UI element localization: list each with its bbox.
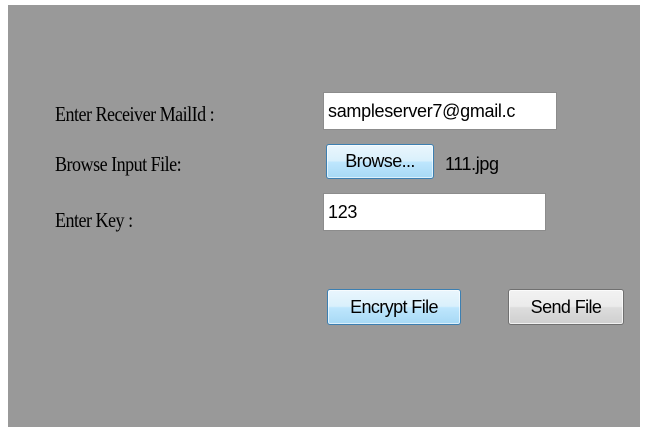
input-file-label: Browse Input File: [55, 152, 182, 176]
key-label: Enter Key : [55, 208, 133, 232]
browse-button[interactable]: Browse... [326, 144, 434, 179]
form-panel: Enter Receiver MailId : sampleserver7@gm… [8, 5, 640, 427]
selected-file-name: 111.jpg [445, 154, 499, 174]
receiver-mail-input[interactable]: sampleserver7@gmail.c [323, 92, 557, 130]
key-input[interactable]: 123 [323, 193, 546, 231]
send-file-button[interactable]: Send File [508, 289, 624, 325]
encrypt-file-button[interactable]: Encrypt File [327, 289, 461, 325]
receiver-mail-label: Enter Receiver MailId : [55, 102, 215, 126]
window: Enter Receiver MailId : sampleserver7@gm… [0, 0, 647, 434]
